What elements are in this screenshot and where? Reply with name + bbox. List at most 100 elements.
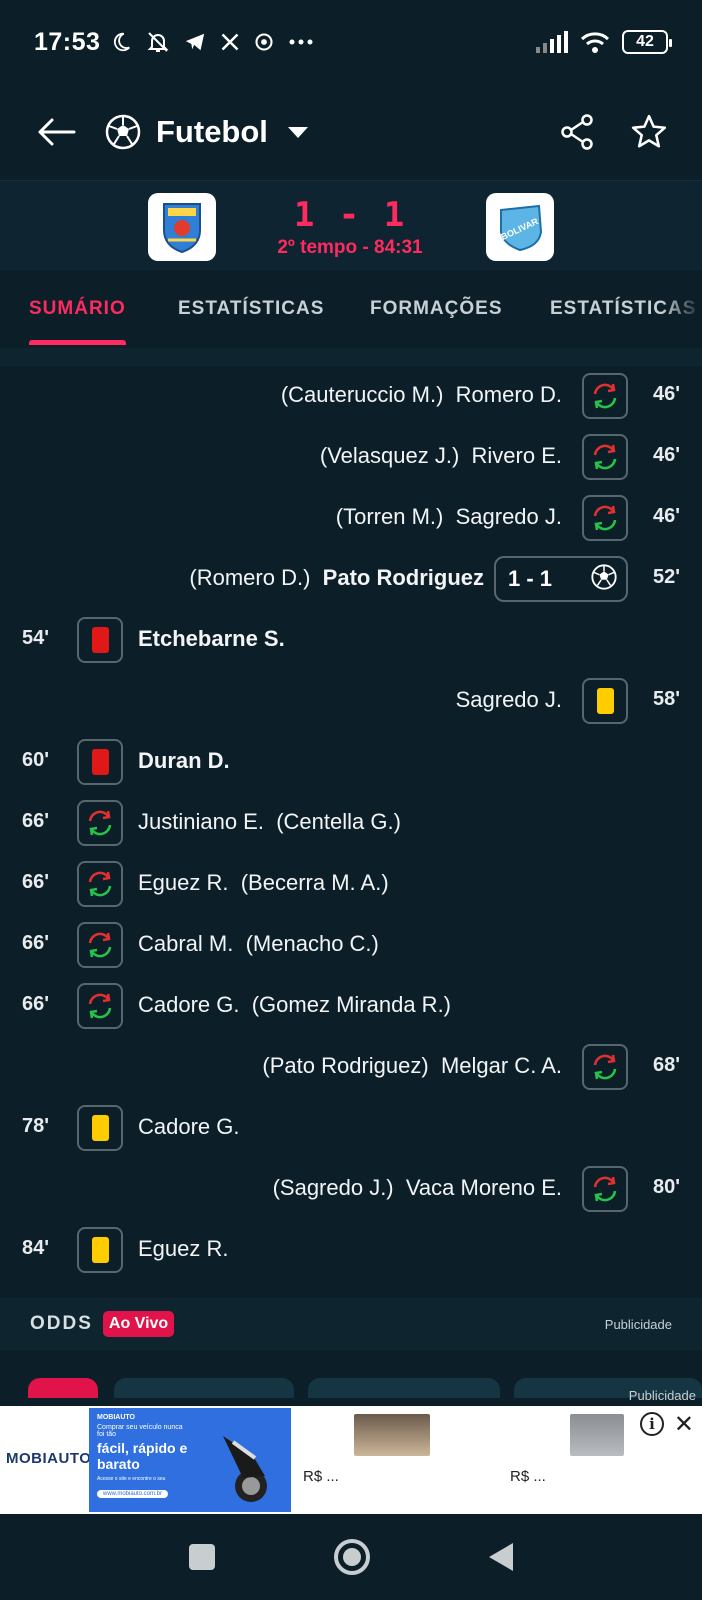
arrow-left-icon — [38, 118, 76, 146]
event-text: Eguez R. — [138, 1236, 229, 1262]
tab-sumario[interactable]: SUMÁRIO — [29, 298, 126, 320]
yellow-card-icon — [77, 1105, 123, 1151]
event-text: (Sagredo J.) Vaca Moreno E. — [273, 1175, 562, 1201]
red-card-icon — [77, 617, 123, 663]
app-header: Futebol — [0, 84, 702, 180]
player-name: Cadore G. — [138, 1114, 240, 1139]
home-team-logo[interactable] — [148, 193, 216, 261]
away-team-logo[interactable]: BOLIVAR — [486, 193, 554, 261]
odds-tabs — [0, 1350, 702, 1398]
event-row[interactable]: 66' Justiniano E. (Centella G.) — [0, 793, 702, 853]
club-crest-icon — [163, 203, 201, 254]
soccer-ball-icon — [590, 563, 618, 596]
odds-ad-label: Publicidade — [604, 1316, 672, 1332]
ad-label: Publicidade — [628, 1388, 696, 1403]
tab-estatisticas[interactable]: ESTATÍSTICAS — [178, 298, 324, 320]
event-text: Cabral M. (Menacho C.) — [138, 931, 379, 957]
event-minute: 80' — [652, 1176, 680, 1198]
replaced-player: (Gomez Miranda R.) — [251, 992, 452, 1017]
system-nav-bar — [0, 1514, 702, 1600]
replaced-player: (Torren M.) — [335, 504, 444, 529]
replaced-player: (Romero D.) — [189, 565, 311, 590]
event-row[interactable]: 46' (Velasquez J.) Rivero E. — [0, 427, 702, 487]
event-row[interactable]: 58' Sagredo J. — [0, 671, 702, 731]
player-name: Sagredo J. — [455, 504, 562, 529]
star-icon[interactable] — [630, 113, 668, 151]
tab-formacoes[interactable]: FORMAÇÕES — [370, 298, 503, 320]
replaced-player: (Cauteruccio M.) — [280, 382, 444, 407]
player-name: Melgar C. A. — [440, 1053, 562, 1078]
back-button[interactable] — [34, 110, 78, 154]
car-image[interactable] — [354, 1414, 430, 1456]
goal-badge: 1 - 1 — [494, 556, 628, 602]
event-text: (Romero D.) Pato Rodriguez — [189, 565, 484, 591]
info-icon[interactable]: i — [640, 1412, 664, 1436]
substitution-icon — [582, 1044, 628, 1090]
match-header[interactable]: 1 - 1 2º tempo - 84:31 BOLIVAR — [0, 180, 702, 270]
player-name: Pato Rodriguez — [322, 565, 484, 590]
sport-name: Futebol — [156, 114, 268, 149]
replaced-player: (Sagredo J.) — [272, 1175, 394, 1200]
event-row[interactable]: 52' 1 - 1 (Romero D.) Pato Rodriguez — [0, 549, 702, 609]
event-minute: 66' — [22, 871, 50, 893]
sport-selector[interactable]: Futebol — [104, 113, 308, 151]
replaced-player: (Pato Rodriguez) — [262, 1053, 429, 1078]
event-row[interactable]: 78' Cadore G. — [0, 1098, 702, 1158]
replaced-player: (Menacho C.) — [245, 931, 379, 956]
odds-tab-2[interactable] — [114, 1378, 294, 1398]
event-row[interactable]: 66' Cadore G. (Gomez Miranda R.) — [0, 976, 702, 1036]
event-text: (Torren M.) Sagredo J. — [336, 504, 562, 530]
event-row[interactable]: 46' (Cauteruccio M.) Romero D. — [0, 366, 702, 426]
home-dot-icon — [342, 1548, 361, 1566]
event-minute: 46' — [652, 444, 680, 466]
close-icon[interactable]: ✕ — [674, 1410, 694, 1439]
status-time: 17:53 — [34, 27, 101, 56]
event-minute: 46' — [652, 383, 680, 405]
event-text: Cadore G. (Gomez Miranda R.) — [138, 992, 451, 1018]
goal-score: 1 - 1 — [508, 566, 553, 591]
share-icon[interactable] — [560, 114, 594, 150]
event-row[interactable]: 84' Eguez R. — [0, 1220, 702, 1280]
event-minute: 52' — [652, 566, 680, 588]
event-text: Eguez R. (Becerra M. A.) — [138, 870, 389, 896]
home-button[interactable] — [333, 1539, 370, 1575]
event-text: (Velasquez J.) Rivero E. — [320, 443, 562, 469]
player-name: Duran D. — [138, 748, 230, 773]
event-minute: 46' — [652, 505, 680, 527]
replaced-player: (Centella G.) — [276, 809, 401, 834]
event-text: (Pato Rodriguez) Melgar C. A. — [262, 1053, 562, 1079]
event-row[interactable]: 46' (Torren M.) Sagredo J. — [0, 488, 702, 548]
tab-scroll-fade — [662, 270, 702, 348]
replaced-player: (Velasquez J.) — [319, 443, 460, 468]
ad-banner[interactable]: MOBIAUTO MOBIAUTO Comprar seu veículo nu… — [0, 1406, 702, 1514]
event-row[interactable]: 68' (Pato Rodriguez) Melgar C. A. — [0, 1037, 702, 1097]
event-text: Etchebarne S. — [138, 626, 285, 652]
ad-creative[interactable]: MOBIAUTO Comprar seu veículo nunca foi t… — [89, 1408, 291, 1512]
wifi-icon — [580, 32, 610, 53]
car-image-2[interactable] — [570, 1414, 624, 1456]
yellow-card-icon — [582, 678, 628, 724]
ad-price-1: R$ ... — [303, 1468, 339, 1485]
odds-tab-1[interactable] — [28, 1378, 98, 1398]
event-row[interactable]: 66' Eguez R. (Becerra M. A.) — [0, 854, 702, 914]
recents-button[interactable] — [189, 1544, 216, 1570]
card-shape — [596, 688, 614, 714]
header-actions — [560, 113, 668, 151]
event-row[interactable]: 80' (Sagredo J.) Vaca Moreno E. — [0, 1159, 702, 1219]
event-row[interactable]: 60' Duran D. — [0, 732, 702, 792]
player-name: Justiniano E. — [138, 809, 264, 834]
event-row[interactable]: 54' Etchebarne S. — [0, 610, 702, 670]
event-row[interactable]: 66' Cabral M. (Menacho C.) — [0, 915, 702, 975]
back-nav-button[interactable] — [488, 1543, 513, 1571]
card-shape — [91, 627, 109, 653]
ad-banner-headline: fácil, rápido e barato — [97, 1440, 188, 1472]
player-name: Rivero E. — [471, 443, 562, 468]
odds-tab-3[interactable] — [308, 1378, 500, 1398]
substitution-icon — [77, 922, 123, 968]
substitution-icon — [77, 800, 123, 846]
status-notification-icons — [110, 30, 314, 54]
status-bar: 17:53 42 — [0, 0, 702, 84]
substitution-icon — [77, 861, 123, 907]
yellow-card-icon — [77, 1227, 123, 1273]
chevron-down-icon — [287, 126, 308, 138]
